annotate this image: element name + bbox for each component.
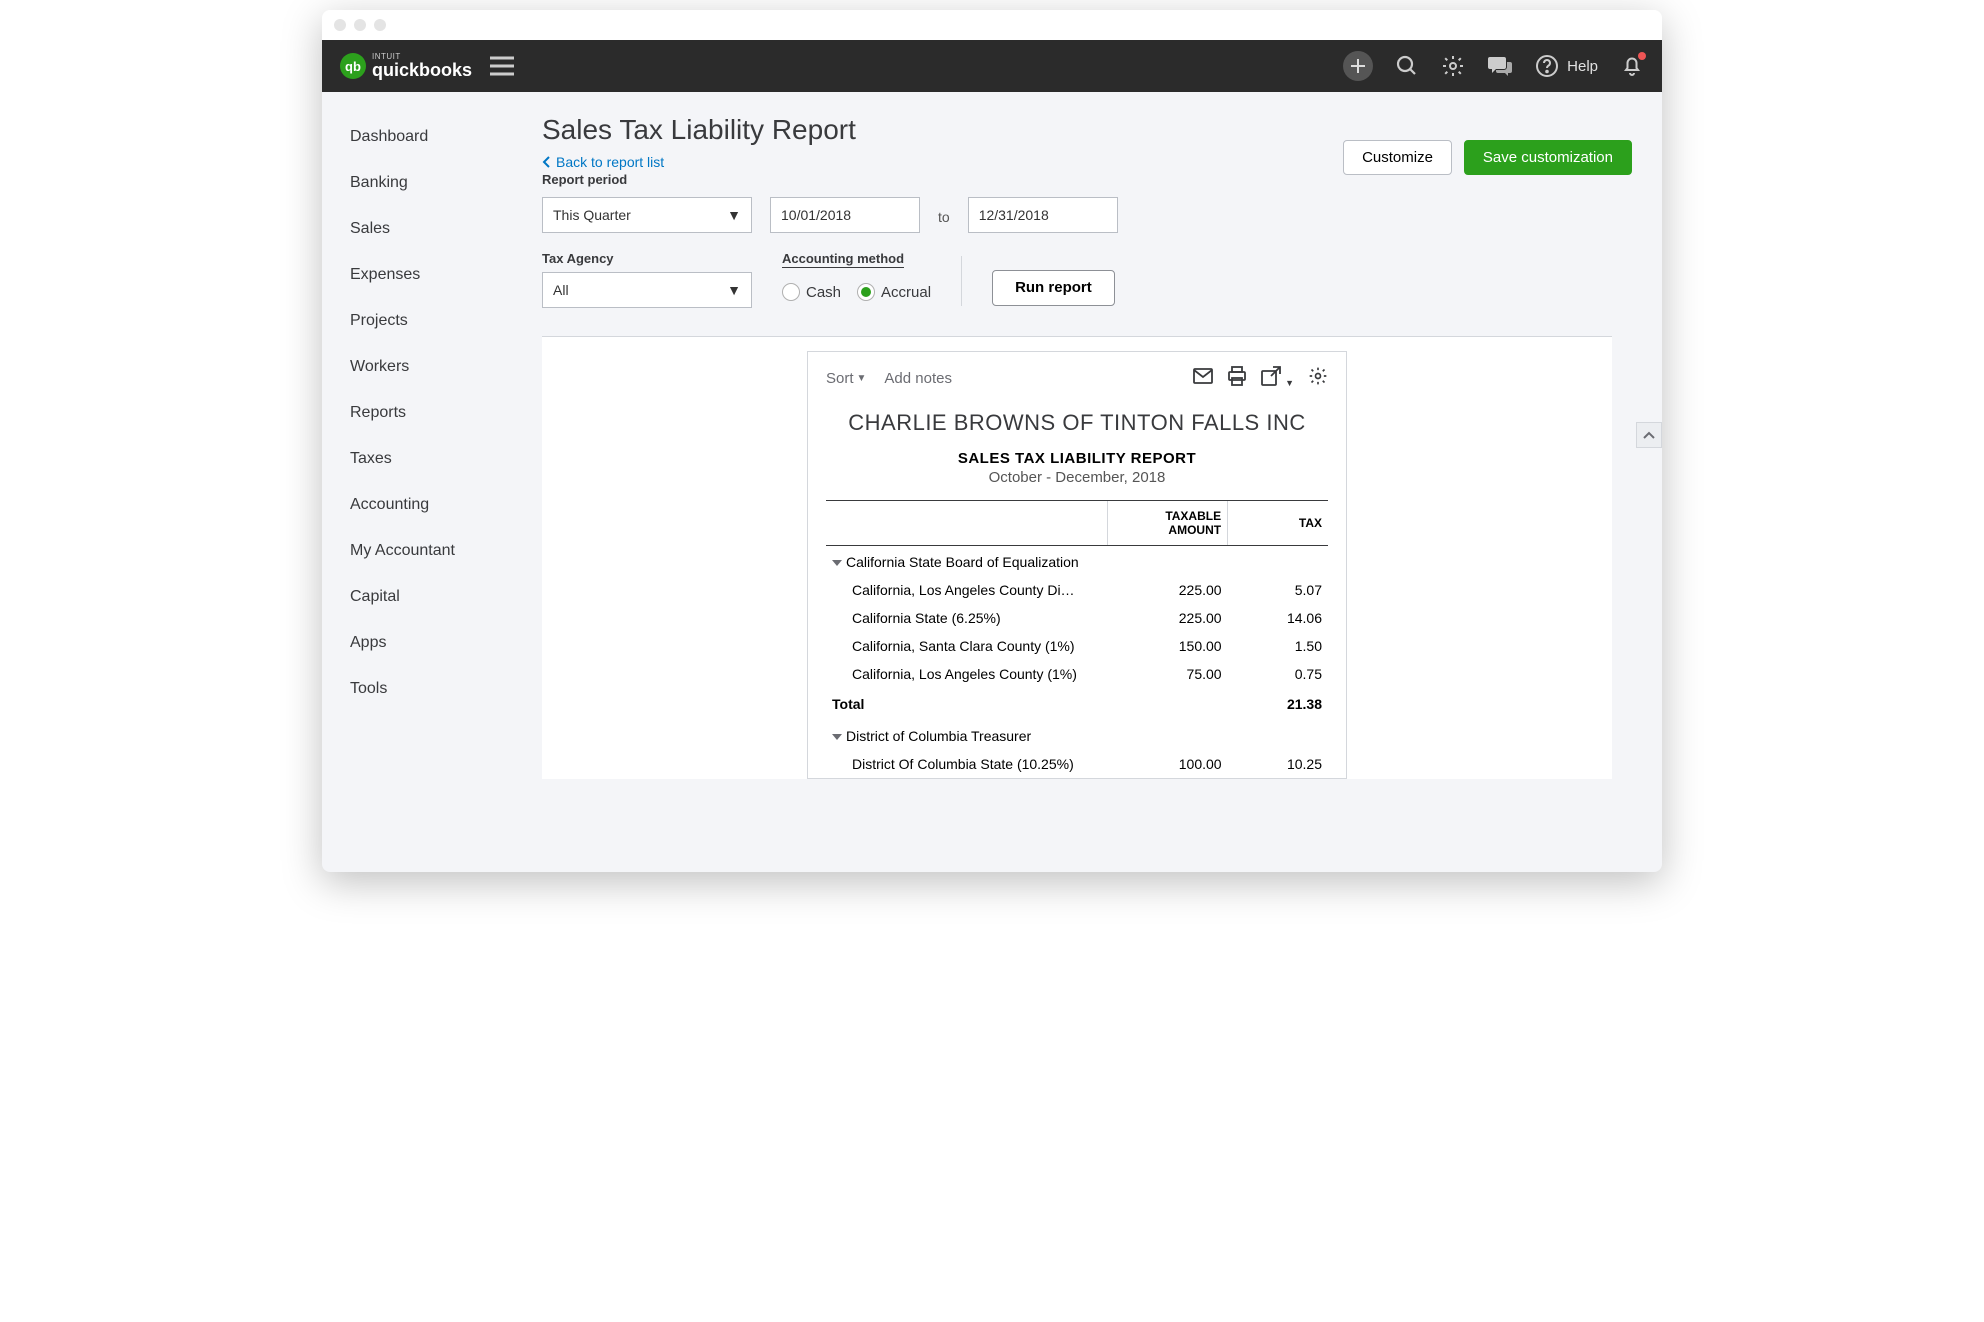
brand-name: quickbooks — [372, 61, 472, 79]
traffic-light[interactable] — [374, 19, 386, 31]
caret-down-icon — [832, 734, 842, 740]
notification-dot — [1638, 52, 1646, 60]
accounting-method-label: Accounting method — [782, 251, 931, 268]
cash-label: Cash — [806, 284, 841, 301]
gear-icon[interactable] — [1441, 54, 1465, 78]
sidebar-item-workers[interactable]: Workers — [322, 344, 522, 390]
page-title: Sales Tax Liability Report — [542, 114, 856, 146]
to-label: to — [938, 209, 950, 233]
help-button[interactable]: Help — [1535, 54, 1598, 78]
group-name: District of Columbia Treasurer — [846, 728, 1031, 744]
report-name: SALES TAX LIABILITY REPORT — [826, 450, 1328, 467]
sidebar-item-dashboard[interactable]: Dashboard — [322, 114, 522, 160]
group-name: California State Board of Equalization — [846, 554, 1079, 570]
sidebar-item-taxes[interactable]: Taxes — [322, 436, 522, 482]
window-titlebar — [322, 10, 1662, 40]
group-row[interactable]: District of Columbia Treasurer — [826, 720, 1328, 750]
radio-icon — [782, 283, 800, 301]
report-date-range: October - December, 2018 — [826, 469, 1328, 486]
save-customization-button[interactable]: Save customization — [1464, 140, 1632, 175]
bell-icon[interactable] — [1620, 54, 1644, 78]
top-navbar: qb INTUIT quickbooks — [322, 40, 1662, 92]
chevron-down-icon: ▼ — [727, 207, 741, 223]
chat-icon[interactable] — [1487, 54, 1513, 78]
date-to-value: 12/31/2018 — [979, 207, 1049, 223]
back-link[interactable]: Back to report list — [542, 154, 856, 170]
sidebar-item-accounting[interactable]: Accounting — [322, 482, 522, 528]
col-taxable-amount: TAXABLE AMOUNT — [1107, 501, 1227, 546]
cash-radio[interactable]: Cash — [782, 283, 841, 301]
collapse-panel-button[interactable] — [1636, 422, 1662, 448]
col-tax: TAX — [1228, 501, 1328, 546]
accrual-label: Accrual — [881, 284, 931, 301]
sort-label: Sort — [826, 370, 854, 387]
table-row: California, Los Angeles County Di… 225.0… — [826, 576, 1328, 604]
table-row: California, Santa Clara County (1%) 150.… — [826, 632, 1328, 660]
group-row[interactable]: California State Board of Equalization — [826, 546, 1328, 577]
sidebar-item-sales[interactable]: Sales — [322, 206, 522, 252]
table-row: District Of Columbia State (10.25%) 100.… — [826, 750, 1328, 778]
run-report-button[interactable]: Run report — [992, 270, 1115, 306]
brand-logo[interactable]: qb INTUIT quickbooks — [340, 53, 472, 79]
sort-button[interactable]: Sort ▼ — [826, 370, 866, 387]
print-icon[interactable] — [1227, 366, 1247, 390]
menu-icon[interactable] — [490, 56, 514, 76]
add-notes-button[interactable]: Add notes — [884, 370, 952, 387]
customize-button[interactable]: Customize — [1343, 140, 1452, 175]
settings-gear-icon[interactable] — [1308, 366, 1328, 390]
traffic-light[interactable] — [334, 19, 346, 31]
date-to-input[interactable]: 12/31/2018 — [968, 197, 1118, 233]
table-row: California State (6.25%) 225.00 14.06 — [826, 604, 1328, 632]
export-icon[interactable]: ▼ — [1261, 366, 1294, 390]
sidebar-item-apps[interactable]: Apps — [322, 620, 522, 666]
total-row: Total 21.38 — [826, 688, 1328, 720]
report-panel: Sort ▼ Add notes — [542, 336, 1612, 779]
sidebar-item-my-accountant[interactable]: My Accountant — [322, 528, 522, 574]
tax-agency-select[interactable]: All ▼ — [542, 272, 752, 308]
back-link-label: Back to report list — [556, 154, 664, 170]
report-table: TAXABLE AMOUNT TAX California State Boar… — [826, 500, 1328, 778]
chevron-down-icon: ▼ — [727, 282, 741, 298]
sidebar: Dashboard Banking Sales Expenses Project… — [322, 92, 522, 872]
report-period-label: Report period — [542, 172, 856, 187]
accrual-radio[interactable]: Accrual — [857, 283, 931, 301]
date-from-value: 10/01/2018 — [781, 207, 851, 223]
qb-logo-icon: qb — [340, 53, 366, 79]
chevron-down-icon: ▼ — [1285, 378, 1294, 388]
tax-agency-label: Tax Agency — [542, 251, 752, 266]
table-row: California, Los Angeles County (1%) 75.0… — [826, 660, 1328, 688]
radio-icon — [857, 283, 875, 301]
sidebar-item-projects[interactable]: Projects — [322, 298, 522, 344]
tax-agency-value: All — [553, 282, 569, 298]
sidebar-item-capital[interactable]: Capital — [322, 574, 522, 620]
caret-down-icon — [832, 560, 842, 566]
company-name: CHARLIE BROWNS OF TINTON FALLS INC — [826, 410, 1328, 436]
sidebar-item-tools[interactable]: Tools — [322, 666, 522, 712]
period-value: This Quarter — [553, 207, 631, 223]
add-icon[interactable] — [1343, 51, 1373, 81]
divider — [961, 256, 962, 306]
traffic-light[interactable] — [354, 19, 366, 31]
sidebar-item-banking[interactable]: Banking — [322, 160, 522, 206]
date-from-input[interactable]: 10/01/2018 — [770, 197, 920, 233]
email-icon[interactable] — [1193, 368, 1213, 388]
sidebar-item-expenses[interactable]: Expenses — [322, 252, 522, 298]
period-select[interactable]: This Quarter ▼ — [542, 197, 752, 233]
search-icon[interactable] — [1395, 54, 1419, 78]
chevron-down-icon: ▼ — [857, 373, 867, 384]
sidebar-item-reports[interactable]: Reports — [322, 390, 522, 436]
help-label: Help — [1567, 58, 1598, 75]
